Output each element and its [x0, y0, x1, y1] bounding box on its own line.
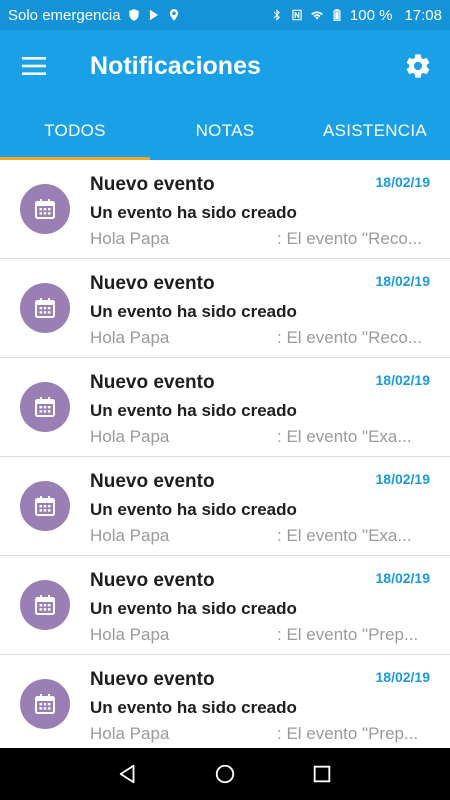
avatar	[20, 283, 70, 333]
list-item[interactable]: Nuevo evento 18/02/19 Un evento ha sido …	[0, 655, 450, 748]
battery-text: 100 %	[349, 6, 393, 24]
notification-preview: : El evento "Prep...	[277, 625, 419, 644]
notification-title: Nuevo evento	[90, 669, 215, 690]
nfc-icon	[290, 8, 304, 22]
carrier-text: Solo emergencia	[8, 6, 121, 24]
notification-subtitle: Un evento ha sido creado	[90, 599, 297, 618]
notification-greeting: Hola Papa	[90, 427, 170, 446]
back-button[interactable]	[108, 754, 148, 794]
avatar	[20, 580, 70, 630]
location-icon	[167, 8, 181, 22]
page-title: Notificaciones	[90, 51, 261, 80]
clock-text: 17:08	[404, 6, 442, 24]
notification-title: Nuevo evento	[90, 273, 215, 294]
notification-title: Nuevo evento	[90, 471, 215, 492]
list-item[interactable]: Nuevo evento 18/02/19 Un evento ha sido …	[0, 457, 450, 556]
gear-icon	[406, 54, 430, 78]
calendar-icon	[35, 496, 55, 516]
settings-button[interactable]	[386, 30, 450, 102]
notification-preview: : El evento "Exa...	[277, 526, 412, 545]
recent-apps-button[interactable]	[302, 754, 342, 794]
notification-subtitle: Un evento ha sido creado	[90, 302, 297, 321]
app-bar: Notificaciones	[0, 30, 450, 102]
list-item[interactable]: Nuevo evento 18/02/19 Un evento ha sido …	[0, 259, 450, 358]
notification-preview: : El evento "Reco...	[277, 328, 422, 347]
tab-bar: TODOS NOTAS ASISTENCIA	[0, 102, 450, 160]
list-item[interactable]: Nuevo evento 18/02/19 Un evento ha sido …	[0, 556, 450, 655]
home-button[interactable]	[205, 754, 245, 794]
tab-notas[interactable]: NOTAS	[150, 102, 300, 160]
notification-greeting: Hola Papa	[90, 625, 170, 644]
notification-date: 18/02/19	[375, 669, 431, 685]
calendar-icon	[35, 298, 55, 318]
notification-date: 18/02/19	[375, 570, 431, 586]
status-left: Solo emergencia	[8, 7, 181, 24]
notification-greeting: Hola Papa	[90, 229, 170, 248]
play-store-icon	[147, 8, 161, 22]
notification-list: Nuevo evento 18/02/19 Un evento ha sido …	[0, 160, 450, 748]
menu-button[interactable]	[0, 30, 70, 102]
avatar	[20, 481, 70, 531]
notification-preview: : El evento "Reco...	[277, 229, 422, 248]
notification-title: Nuevo evento	[90, 174, 215, 195]
calendar-icon	[35, 595, 55, 615]
calendar-icon	[35, 397, 55, 417]
notification-title: Nuevo evento	[90, 570, 215, 591]
notification-greeting: Hola Papa	[90, 724, 170, 743]
list-item[interactable]: Nuevo evento 18/02/19 Un evento ha sido …	[0, 358, 450, 457]
status-bar: Solo emergencia 100 % 17:08	[0, 0, 450, 30]
square-recent-icon	[313, 765, 330, 783]
notification-subtitle: Un evento ha sido creado	[90, 401, 297, 420]
notification-subtitle: Un evento ha sido creado	[90, 500, 297, 519]
tab-todos[interactable]: TODOS	[0, 102, 150, 160]
calendar-icon	[35, 694, 55, 714]
system-nav-bar	[0, 748, 450, 800]
notification-subtitle: Un evento ha sido creado	[90, 203, 297, 222]
battery-icon	[330, 8, 344, 22]
status-right: 100 % 17:08	[270, 7, 442, 24]
notification-preview: : El evento "Prep...	[277, 724, 419, 743]
notification-greeting: Hola Papa	[90, 328, 170, 347]
notification-subtitle: Un evento ha sido creado	[90, 698, 297, 717]
notification-title: Nuevo evento	[90, 372, 215, 393]
notification-date: 18/02/19	[375, 372, 431, 388]
notification-date: 18/02/19	[375, 174, 431, 190]
shield-icon	[127, 8, 141, 22]
notification-date: 18/02/19	[375, 273, 431, 289]
tab-asistencia[interactable]: ASISTENCIA	[300, 102, 450, 160]
triangle-back-icon	[120, 764, 135, 784]
avatar	[20, 382, 70, 432]
circle-home-icon	[215, 764, 235, 784]
hamburger-menu-icon	[22, 57, 46, 75]
list-item[interactable]: Nuevo evento 18/02/19 Un evento ha sido …	[0, 160, 450, 259]
avatar	[20, 184, 70, 234]
wifi-icon	[310, 8, 324, 22]
avatar	[20, 679, 70, 729]
bluetooth-icon	[270, 8, 284, 22]
notification-date: 18/02/19	[375, 471, 431, 487]
notification-preview: : El evento "Exa...	[277, 427, 412, 446]
notification-greeting: Hola Papa	[90, 526, 170, 545]
calendar-icon	[35, 199, 55, 219]
